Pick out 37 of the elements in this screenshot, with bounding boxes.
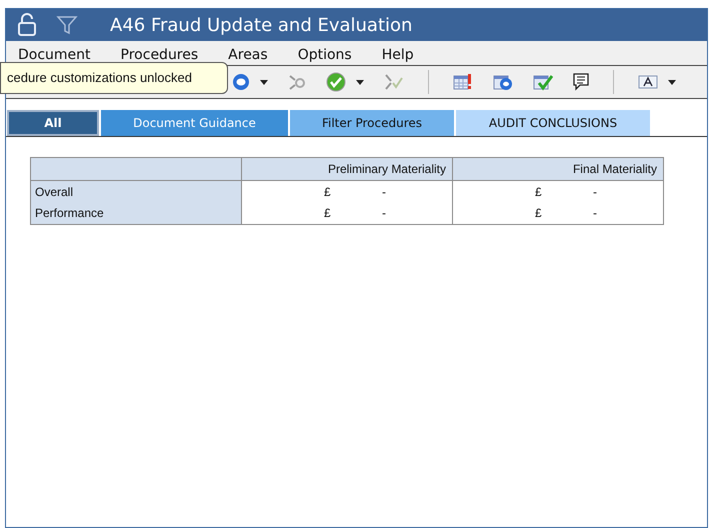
toolbar-separator: [428, 70, 429, 94]
tab[interactable]: All: [7, 110, 99, 136]
menu-item[interactable]: Document: [18, 45, 91, 65]
currency-symbol: £: [535, 184, 543, 201]
caret-icon[interactable]: [356, 80, 364, 84]
tab[interactable]: Filter Procedures: [290, 110, 454, 136]
column-header: Preliminary Materiality: [242, 158, 452, 180]
table-chat-icon[interactable]: [493, 73, 513, 91]
caret-icon[interactable]: [668, 80, 676, 84]
row-header: Performance: [30, 202, 242, 224]
merge-check-icon[interactable]: [384, 73, 404, 91]
tab[interactable]: AUDIT CONCLUSIONS: [456, 110, 650, 136]
currency-symbol: £: [324, 184, 332, 201]
table-alert-icon[interactable]: [453, 73, 473, 91]
filter-icon[interactable]: [56, 14, 78, 36]
toolbar-separator: [613, 70, 614, 94]
window-title: A46 Fraud Update and Evaluation: [110, 14, 412, 38]
column-header: Final Materiality: [452, 158, 664, 180]
table-cell-text: -: [382, 205, 386, 222]
currency-symbol: £: [324, 205, 332, 222]
row-header: Overall: [30, 180, 242, 202]
link-icon[interactable]: [288, 73, 306, 91]
table-cell-text: -: [593, 205, 597, 222]
chat-bubble-icon[interactable]: [232, 73, 250, 91]
menu-item[interactable]: Procedures: [120, 45, 198, 65]
font-box-icon[interactable]: [638, 74, 658, 90]
comment-icon[interactable]: [573, 73, 589, 91]
menu-item[interactable]: Options: [298, 45, 352, 65]
menu-item[interactable]: Areas: [228, 45, 268, 65]
caret-icon[interactable]: [260, 80, 268, 84]
menu-item[interactable]: Help: [382, 45, 414, 65]
check-circle-icon[interactable]: [326, 72, 346, 92]
tooltip-text: cedure customizations unlocked: [7, 69, 192, 88]
table-cell-text: -: [593, 184, 597, 201]
table-cell-text: -: [382, 184, 386, 201]
currency-symbol: £: [535, 205, 543, 222]
table-check-icon[interactable]: [533, 73, 553, 91]
